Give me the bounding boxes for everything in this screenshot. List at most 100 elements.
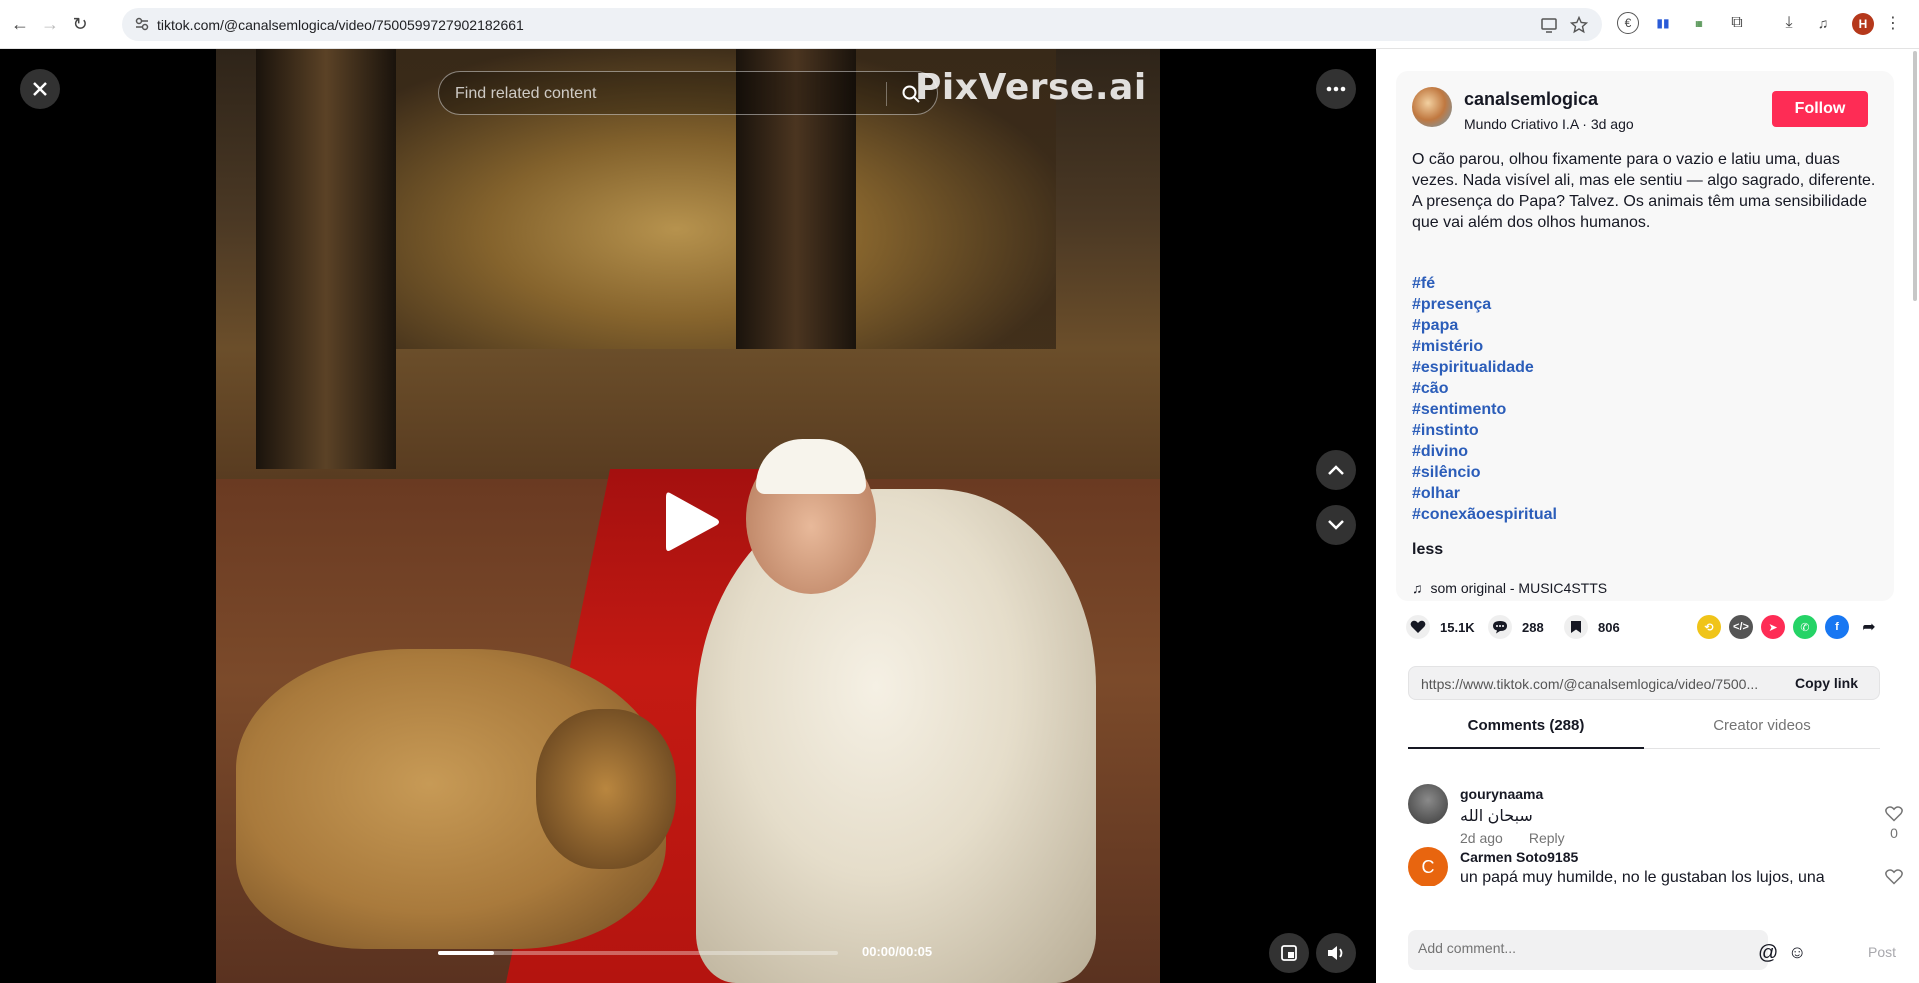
share-link-box: https://www.tiktok.com/@canalsemlogica/v… [1408,666,1880,700]
less-toggle[interactable]: less [1412,541,1443,559]
back-icon[interactable]: ← [8,12,32,36]
like-stat[interactable]: 15.1K [1406,609,1475,645]
comment-composer[interactable] [1408,930,1768,970]
address-bar[interactable]: tiktok.com/@canalsemlogica/video/7500599… [122,8,1602,41]
chevron-up-icon [1328,465,1344,475]
comment-bubble-icon [1488,615,1512,639]
reply-button[interactable]: Reply [1529,830,1565,846]
progress-fill [438,951,494,955]
close-icon [33,82,47,96]
hashtag-link[interactable]: #olhar [1412,483,1882,504]
music-note-icon: ♫ [1412,580,1423,596]
extensions-puzzle-icon[interactable]: ⧉ [1726,12,1748,34]
extension-badge-icon[interactable]: ▦ [1688,12,1710,34]
reload-icon[interactable]: ↻ [68,12,92,36]
chevron-down-icon [1328,520,1344,530]
hashtag-link[interactable]: #presença [1412,294,1882,315]
forward-icon[interactable]: → [38,12,62,36]
close-button[interactable] [20,69,60,109]
comment-like[interactable] [1884,869,1904,886]
bookmark-icon [1564,615,1588,639]
comment-item: gourynaama سبحان الله 2d ago Reply 0 [1408,784,1903,854]
picture-in-picture-icon [1281,945,1297,961]
comment-text: سبحان الله [1460,808,1533,825]
floating-player-button[interactable] [1269,933,1309,973]
follow-button[interactable]: Follow [1772,91,1868,127]
description-card: canalsemlogica Mundo Criativo I.A · 3d a… [1396,71,1894,601]
video-player[interactable]: PixVerse.ai 00:00/00:05 [0,49,1376,983]
details-panel: canalsemlogica Mundo Criativo I.A · 3d a… [1376,49,1919,983]
author-avatar[interactable] [1412,87,1452,127]
commenter-avatar[interactable] [1408,784,1448,824]
time-display: 00:00/00:05 [862,944,933,959]
extension-icon[interactable]: € [1617,12,1639,34]
panel-scrollbar[interactable] [1911,49,1919,983]
hashtag-link[interactable]: #conexãoespiritual [1412,504,1882,525]
browser-toolbar: ← → ↻ tiktok.com/@canalsemlogica/video/7… [0,0,1919,49]
hashtag-link[interactable]: #fé [1412,273,1882,294]
media-controls-icon[interactable]: ♫ [1812,12,1834,34]
hashtag-link[interactable]: #sentimento [1412,399,1882,420]
comment-stat[interactable]: 288 [1488,609,1544,645]
site-settings-icon[interactable] [134,16,150,32]
post-button[interactable]: Post [1868,944,1896,960]
hashtag-link[interactable]: #mistério [1412,336,1882,357]
progress-bar[interactable] [438,951,838,955]
comment-input[interactable] [1418,940,1718,956]
pillar-left [256,49,396,469]
download-icon[interactable]: ⤓ [1778,12,1800,34]
panel-tabs: Comments (288) Creator videos [1408,713,1880,749]
share-arrow-icon[interactable]: ➦ [1857,615,1881,639]
related-search-input[interactable] [455,83,855,105]
copy-link-button[interactable]: Copy link [1795,675,1858,691]
profile-avatar[interactable]: H [1852,13,1874,35]
comments-list: gourynaama سبحان الله 2d ago Reply 0 C C… [1376,761,1919,886]
share-link-text: https://www.tiktok.com/@canalsemlogica/v… [1421,676,1759,692]
hashtag-link[interactable]: #silêncio [1412,462,1882,483]
hashtag-list: #fé #presença #papa #mistério #espiritua… [1412,273,1882,525]
previous-video-button[interactable] [1316,450,1356,490]
facebook-icon[interactable]: f [1825,615,1849,639]
author-subline: Mundo Criativo I.A · 3d ago [1464,116,1634,132]
save-stat[interactable]: 806 [1564,609,1620,645]
stats-bar: 15.1K 288 806 ⟲ </> ➤ ✆ f ➦ [1406,609,1896,645]
save-count: 806 [1598,619,1620,635]
hashtag-link[interactable]: #cão [1412,378,1882,399]
author-username[interactable]: canalsemlogica [1464,89,1598,110]
comment-like[interactable]: 0 [1884,806,1904,846]
audio-extension-icon[interactable]: ▮▮ [1652,12,1674,34]
hashtag-link[interactable]: #papa [1412,315,1882,336]
whatsapp-icon[interactable]: ✆ [1793,615,1817,639]
zucchetto [756,439,866,494]
comment-text: un papá muy humilde, no le gustaban los … [1460,869,1825,886]
commenter-name[interactable]: gourynaama [1460,786,1543,802]
send-icon[interactable]: ➤ [1761,615,1785,639]
commenter-name[interactable]: Carmen Soto9185 [1460,849,1578,865]
hashtag-link[interactable]: #espiritualidade [1412,357,1882,378]
music-link[interactable]: ♫ som original - MUSIC4STTS [1412,580,1607,596]
tab-comments[interactable]: Comments (288) [1408,713,1644,749]
music-title: som original - MUSIC4STTS [1430,580,1608,596]
repost-icon[interactable]: ⟲ [1697,615,1721,639]
tab-creator-videos[interactable]: Creator videos [1644,713,1880,749]
comment-count: 288 [1522,619,1544,635]
hashtag-link[interactable]: #divino [1412,441,1882,462]
related-search-bar[interactable] [438,71,938,115]
next-video-button[interactable] [1316,505,1356,545]
emoji-icon[interactable]: ☺ [1788,942,1810,964]
bookmark-star-icon[interactable] [1570,16,1588,34]
heart-outline-icon [1885,806,1903,822]
mention-icon[interactable]: @ [1758,942,1780,964]
hashtag-link[interactable]: #instinto [1412,420,1882,441]
commenter-avatar[interactable]: C [1408,847,1448,886]
comment-meta: 2d ago Reply [1460,830,1565,846]
volume-button[interactable] [1316,933,1356,973]
scrollbar-thumb[interactable] [1913,51,1917,301]
pixverse-watermark: PixVerse.ai [915,67,1147,108]
more-options-button[interactable] [1316,69,1356,109]
play-button-icon[interactable] [662,489,722,555]
install-app-icon[interactable] [1540,16,1558,34]
menu-kebab-icon[interactable]: ⋮ [1882,12,1904,34]
embed-icon[interactable]: </> [1729,615,1753,639]
comment-item: C Carmen Soto9185 un papá muy humilde, n… [1408,847,1903,886]
